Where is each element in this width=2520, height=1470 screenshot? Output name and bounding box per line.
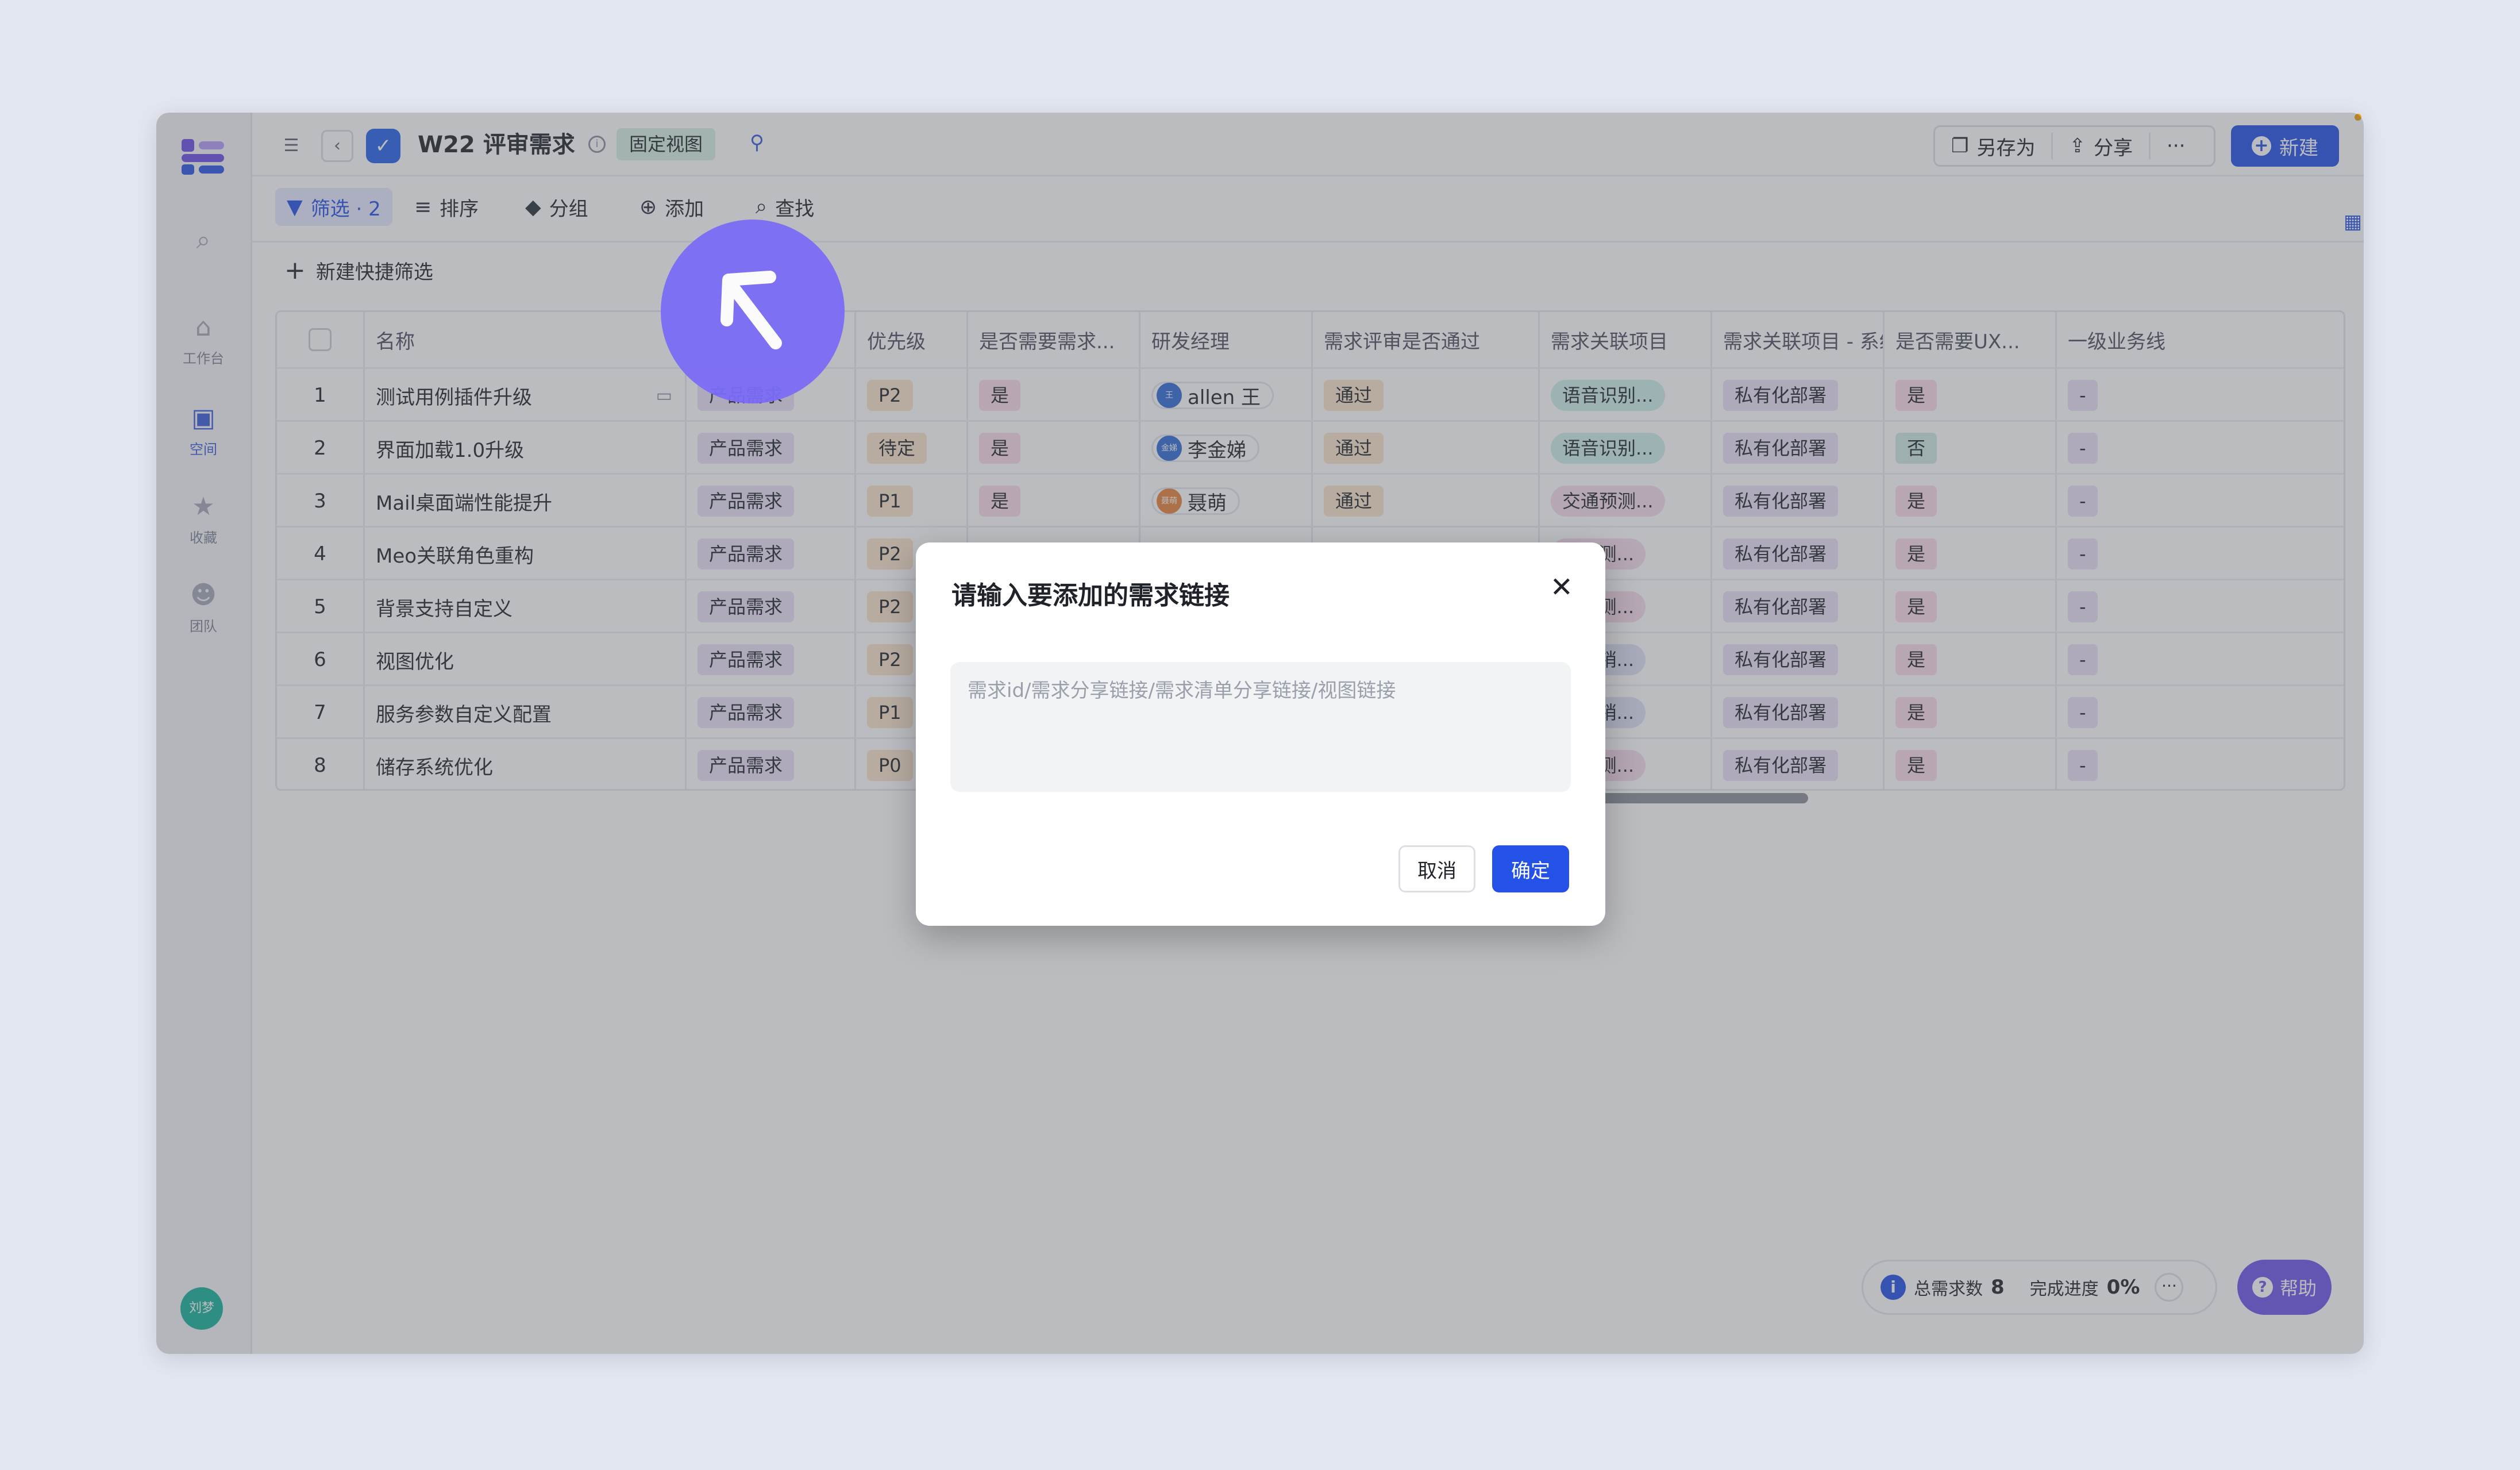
cancel-button[interactable]: 取消 — [1398, 845, 1475, 892]
requirement-link-input[interactable] — [950, 662, 1571, 792]
confirm-button[interactable]: 确定 — [1492, 845, 1569, 892]
close-icon[interactable]: ✕ — [1550, 571, 1573, 603]
cursor-arrow-icon — [720, 271, 782, 349]
cursor-highlight — [661, 220, 845, 403]
add-requirement-dialog: 请输入要添加的需求链接 ✕ 取消 确定 — [916, 542, 1605, 926]
dialog-title: 请输入要添加的需求链接 — [951, 581, 1230, 610]
